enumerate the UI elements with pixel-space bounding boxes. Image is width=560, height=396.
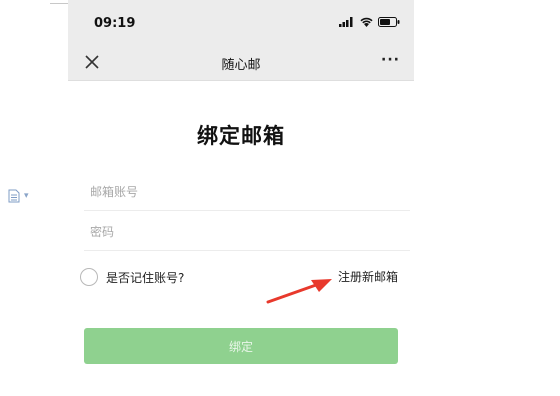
document-icon: [8, 189, 20, 203]
more-options-icon[interactable]: ···: [381, 52, 400, 68]
password-field[interactable]: [84, 214, 410, 251]
register-new-email-link[interactable]: 注册新邮箱: [338, 268, 398, 285]
screenshot-canvas: ▾ 09:19 随心邮 ··· 绑定邮箱 邮箱账号 是否记住账号? 注册新邮箱 …: [0, 0, 560, 396]
wifi-icon: [360, 17, 373, 27]
remember-account-toggle[interactable]: 是否记住账号?: [80, 268, 184, 286]
status-time: 09:19: [94, 16, 136, 31]
signal-icon: [339, 17, 353, 27]
page-title: 绑定邮箱: [197, 124, 285, 148]
annotation-arrow-icon: [266, 279, 332, 304]
remember-account-label: 是否记住账号?: [106, 270, 185, 285]
battery-icon: [378, 17, 400, 27]
nav-title: 随心邮: [221, 58, 261, 73]
document-dropdown[interactable]: ▾: [8, 188, 38, 204]
chevron-down-icon: ▾: [24, 190, 29, 201]
phone-screen: 09:19 随心邮 ··· 绑定邮箱 邮箱账号 是否记住账号? 注册新邮箱 绑定: [68, 0, 414, 396]
corner-line: [50, 0, 70, 4]
status-icons: [339, 17, 400, 27]
remember-radio[interactable]: [80, 268, 98, 286]
bind-button[interactable]: 绑定: [84, 328, 398, 364]
email-field[interactable]: [84, 174, 410, 211]
status-bar: 09:19: [68, 0, 414, 46]
nav-bar: 随心邮 ···: [68, 46, 414, 81]
